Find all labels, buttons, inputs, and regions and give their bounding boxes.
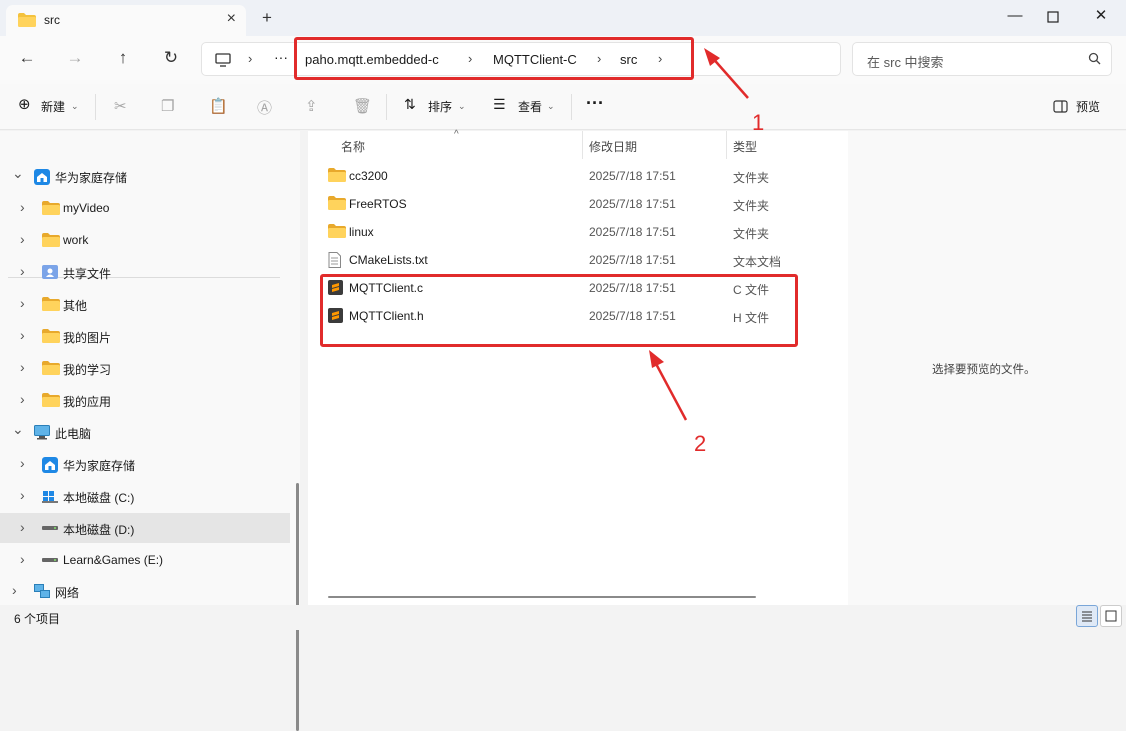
annotation-label-1: 1 [752, 110, 765, 135]
annotation-arrows [649, 48, 749, 421]
annotation-label-2: 2 [694, 431, 707, 456]
